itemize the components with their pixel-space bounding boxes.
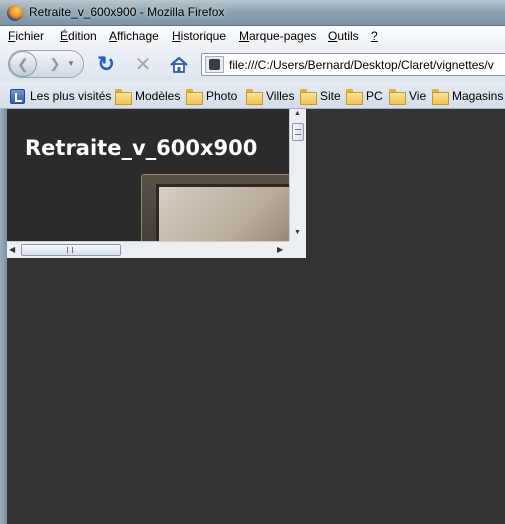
page-area: Retraite_v_600x900 <box>7 109 289 241</box>
menu-bar: Fichier Édition Affichage Historique Mar… <box>0 26 505 46</box>
forward-button[interactable]: ❯ <box>45 56 65 72</box>
folder-icon <box>246 89 263 105</box>
framed-image <box>156 184 289 241</box>
menu-fichier[interactable]: Fichier <box>8 29 44 43</box>
scroll-right-icon[interactable]: ▶ <box>277 245 283 254</box>
scroll-up-icon[interactable]: ▲ <box>294 110 301 117</box>
reload-icon: ↻ <box>97 53 115 76</box>
home-button[interactable] <box>168 54 190 76</box>
site-favicon <box>209 59 220 70</box>
bookmark-label: Villes <box>266 89 295 103</box>
menu-mnemonic: O <box>328 29 338 43</box>
menu-marque-pages[interactable]: Marque-pages <box>239 29 316 43</box>
back-arrow-icon: ❮ <box>17 56 29 72</box>
bookmark-label: Photo <box>206 89 238 103</box>
bookmark-folder-vie[interactable]: Vie <box>389 88 427 105</box>
bookmark-label: Site <box>320 89 341 103</box>
navigation-toolbar: ❮ ❯ ▼ ↻ ✕ file:///C:/Users/Bernard/Deskt… <box>0 46 505 82</box>
image-frame <box>141 174 289 241</box>
bookmark-folder-villes[interactable]: Villes <box>246 88 295 105</box>
menu-label: utils <box>337 29 359 43</box>
forward-arrow-icon: ❯ <box>49 56 61 71</box>
bookmark-folder-photo[interactable]: Photo <box>186 88 238 105</box>
bookmark-folder-modeles[interactable]: Modèles <box>115 88 181 105</box>
horizontal-scrollbar[interactable]: ◀ ▶ <box>7 241 289 258</box>
bookmark-label: Les plus visités <box>30 89 112 103</box>
menu-label: istorique <box>180 29 227 43</box>
reload-button[interactable]: ↻ <box>95 54 117 76</box>
firefox-icon <box>7 5 23 21</box>
menu-historique[interactable]: Historique <box>172 29 226 43</box>
window-left-edge <box>0 109 7 524</box>
menu-edition[interactable]: Édition <box>60 29 97 43</box>
window-title: Retraite_v_600x900 - Mozilla Firefox <box>29 5 225 19</box>
bookmark-label: Magasins <box>452 89 504 103</box>
scroll-left-icon[interactable]: ◀ <box>9 245 15 254</box>
menu-mnemonic: A <box>109 29 118 43</box>
menu-help[interactable]: ? <box>371 29 378 43</box>
home-icon <box>170 56 188 73</box>
bookmark-label: PC <box>366 89 383 103</box>
url-bar[interactable]: file:///C:/Users/Bernard/Desktop/Claret/… <box>201 53 505 76</box>
folder-icon <box>115 89 132 105</box>
folder-icon <box>346 89 363 105</box>
bookmark-label: Modèles <box>135 89 181 103</box>
menu-mnemonic: M <box>239 29 249 43</box>
folder-icon <box>186 89 203 105</box>
folder-icon <box>300 89 317 105</box>
menu-label: ffichage <box>117 29 159 43</box>
most-visited-icon <box>10 89 25 104</box>
grip-icon <box>67 247 73 253</box>
menu-label: ichier <box>15 29 45 43</box>
bookmark-folder-site[interactable]: Site <box>300 88 341 105</box>
bookmarks-toolbar: Les plus visités Modèles Photo Villes Si… <box>0 82 505 109</box>
site-identity-icon[interactable] <box>205 56 224 73</box>
vertical-scrollbar[interactable]: ▲ ▼ <box>289 109 306 241</box>
stop-icon: ✕ <box>134 54 152 76</box>
folder-icon <box>389 89 406 105</box>
vertical-scroll-thumb[interactable] <box>292 123 304 141</box>
stop-button[interactable]: ✕ <box>132 54 154 76</box>
bookmark-folder-magasins[interactable]: Magasins <box>432 88 504 105</box>
menu-mnemonic: É <box>60 29 69 43</box>
menu-outils[interactable]: Outils <box>328 29 359 43</box>
scroll-down-icon[interactable]: ▼ <box>294 229 301 236</box>
bookmark-most-visited[interactable]: Les plus visités <box>10 88 111 104</box>
title-bar: Retraite_v_600x900 - Mozilla Firefox <box>0 0 505 26</box>
url-text: file:///C:/Users/Bernard/Desktop/Claret/… <box>229 58 494 72</box>
horizontal-scroll-thumb[interactable] <box>21 244 121 256</box>
bookmark-label: Vie <box>409 89 427 103</box>
menu-label: arque-pages <box>249 29 317 43</box>
menu-label: dition <box>68 29 97 43</box>
page-heading: Retraite_v_600x900 <box>25 136 258 160</box>
chevron-down-icon: ▼ <box>67 59 75 68</box>
menu-mnemonic: H <box>172 29 181 43</box>
menu-affichage[interactable]: Affichage <box>109 29 159 43</box>
menu-mnemonic: ? <box>371 29 378 43</box>
content-viewport: Retraite_v_600x900 ▲ ▼ ◀ ▶ <box>7 109 306 258</box>
grip-icon <box>295 129 301 135</box>
folder-icon <box>432 89 449 105</box>
scroll-corner <box>289 241 306 258</box>
bookmark-folder-pc[interactable]: PC <box>346 88 383 105</box>
history-dropdown-button[interactable]: ▼ <box>67 59 79 69</box>
back-button[interactable]: ❮ <box>9 51 37 77</box>
